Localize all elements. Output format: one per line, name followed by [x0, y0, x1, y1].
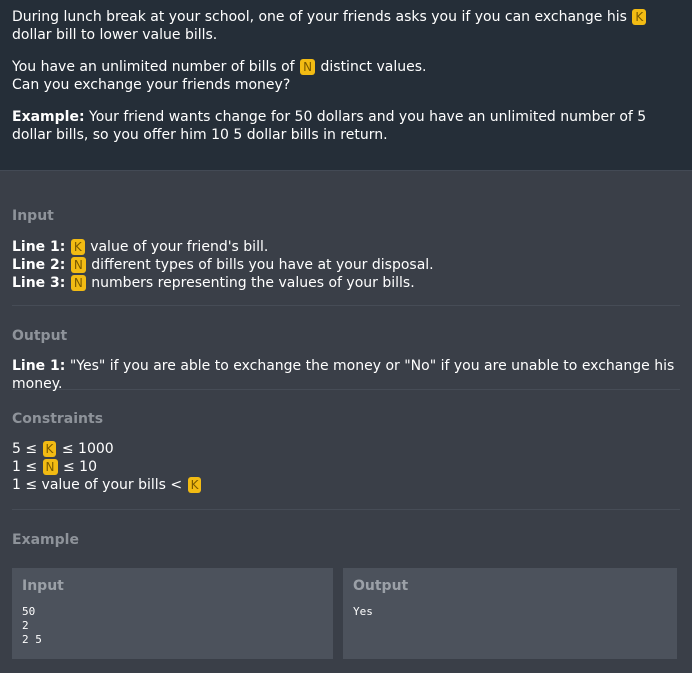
output-line-1: Line 1: "Yes" if you are able to exchang… — [12, 357, 680, 393]
example-section: Example Input 50 2 2 5 Output Yes — [12, 510, 680, 659]
output-section: Output Line 1: "Yes" if you are able to … — [12, 306, 680, 393]
statement-text: distinct values. — [316, 59, 427, 75]
constraint-text: 1 ≤ value of your bills < — [12, 477, 187, 493]
constraints-section-title: Constraints — [12, 411, 104, 427]
line-label: Line 1: — [12, 239, 66, 255]
statement-text: dollar bill to lower value bills. — [12, 27, 218, 43]
statement-paragraph-2: You have an unlimited number of bills of… — [12, 58, 680, 94]
output-section-body: Line 1: "Yes" if you are able to exchang… — [12, 357, 680, 393]
variable-k: K — [70, 239, 85, 255]
example-label: Example: — [12, 109, 85, 125]
line-text: different types of bills you have at you… — [91, 257, 434, 273]
variable-k: K — [187, 477, 202, 493]
variable-k: K — [632, 9, 647, 25]
constraint-text: 1 ≤ — [12, 459, 42, 475]
example-input-text[interactable]: 50 2 2 5 — [22, 605, 323, 647]
input-line-2: Line 2: N different types of bills you h… — [12, 256, 680, 274]
constraint-text: 5 ≤ — [12, 441, 42, 457]
constraints-section: Constraints 5 ≤ K ≤ 1000 1 ≤ N ≤ 10 1 ≤ … — [12, 390, 680, 510]
line-text: value of your friend's bill. — [90, 239, 269, 255]
constraint-text: ≤ 10 — [58, 459, 97, 475]
constraint-line-1: 5 ≤ K ≤ 1000 — [12, 440, 680, 458]
line-label: Line 1: — [12, 358, 66, 374]
variable-k: K — [42, 441, 57, 457]
input-section-title: Input — [12, 208, 54, 224]
line-label: Line 2: — [12, 257, 66, 273]
example-output-text[interactable]: Yes — [353, 605, 667, 619]
variable-n: N — [70, 257, 86, 273]
constraint-line-2: 1 ≤ N ≤ 10 — [12, 458, 680, 476]
problem-statement: During lunch break at your school, one o… — [0, 0, 692, 171]
problem-sections: Input Line 1: K value of your friend's b… — [0, 171, 692, 659]
input-line-3: Line 3: N numbers representing the value… — [12, 274, 680, 292]
constraints-section-body: 5 ≤ K ≤ 1000 1 ≤ N ≤ 10 1 ≤ value of you… — [12, 440, 680, 494]
input-section: Input Line 1: K value of your friend's b… — [12, 171, 680, 306]
statement-text: During lunch break at your school, one o… — [12, 9, 632, 25]
statement-text: You have an unlimited number of bills of — [12, 59, 300, 75]
example-input-box: Input 50 2 2 5 — [12, 568, 333, 659]
example-section-title: Example — [12, 532, 79, 548]
example-boxes: Input 50 2 2 5 Output Yes — [12, 568, 680, 659]
line-text: "Yes" if you are able to exchange the mo… — [12, 358, 675, 392]
line-text: numbers representing the values of your … — [91, 275, 415, 291]
input-section-body: Line 1: K value of your friend's bill. L… — [12, 238, 680, 292]
constraint-line-3: 1 ≤ value of your bills < K — [12, 476, 680, 494]
statement-text: Can you exchange your friends money? — [12, 77, 291, 93]
line-label: Line 3: — [12, 275, 66, 291]
variable-n: N — [70, 275, 86, 291]
constraint-text: ≤ 1000 — [57, 441, 114, 457]
variable-n: N — [42, 459, 58, 475]
input-line-1: Line 1: K value of your friend's bill. — [12, 238, 680, 256]
variable-n: N — [300, 59, 316, 75]
output-section-title: Output — [12, 328, 68, 344]
statement-text: Your friend wants change for 50 dollars … — [12, 109, 647, 143]
example-output-title: Output — [353, 578, 409, 594]
statement-paragraph-3: Example: Your friend wants change for 50… — [12, 108, 680, 144]
example-input-title: Input — [22, 578, 64, 594]
example-output-box: Output Yes — [343, 568, 677, 659]
statement-paragraph-1: During lunch break at your school, one o… — [12, 8, 680, 44]
